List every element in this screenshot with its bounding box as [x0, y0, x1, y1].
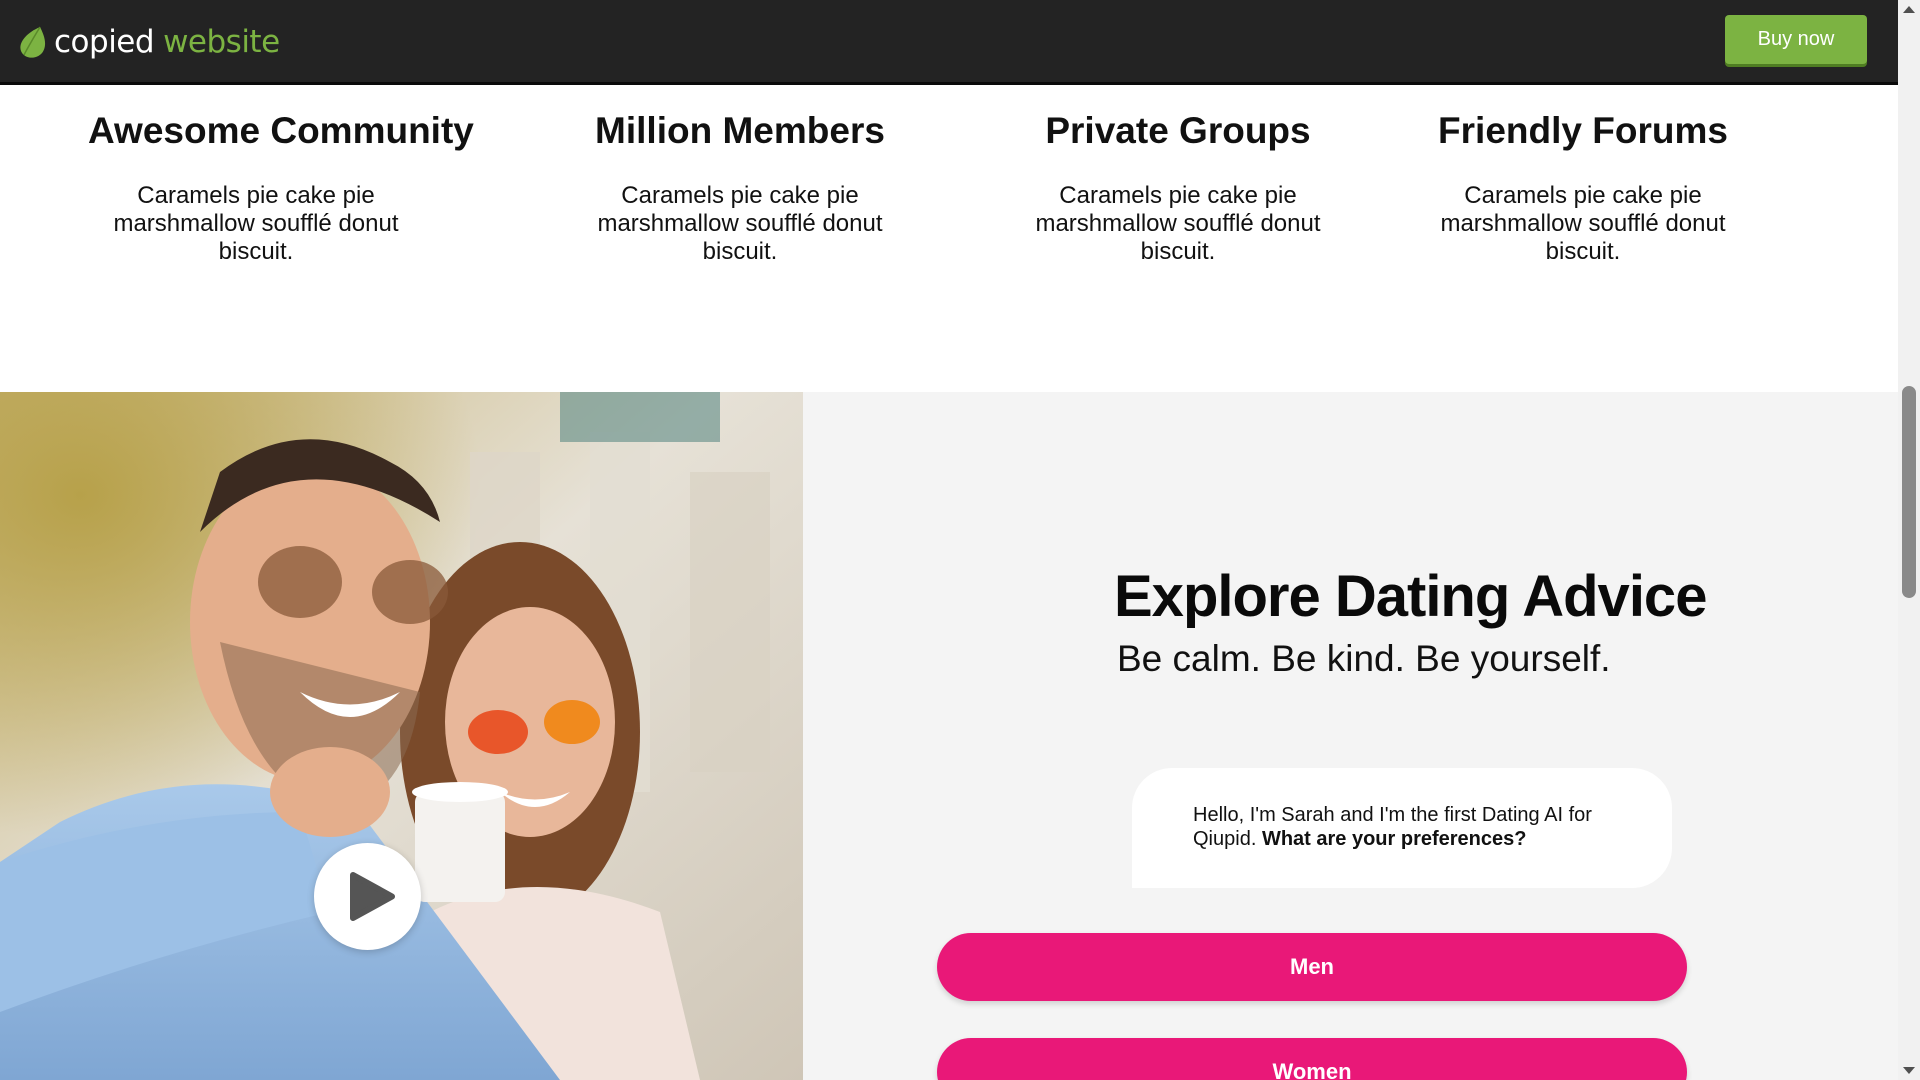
feature-text: Caramels pie cake pie marshmallow souffl… [113, 182, 399, 265]
feature-title: Million Members [595, 110, 885, 151]
preference-women-button[interactable]: Women [937, 1038, 1687, 1080]
feature-text: Caramels pie cake pie marshmallow souffl… [1440, 182, 1726, 265]
couple-video-thumbnail[interactable] [0, 392, 803, 1080]
leaf-logo-icon [20, 26, 46, 58]
preference-men-button[interactable]: Men [937, 933, 1687, 1001]
play-icon [350, 872, 395, 921]
feature-million-members: Million Members Caramels pie cake pie ma… [590, 110, 890, 266]
feature-friendly-forums: Friendly Forums Caramels pie cake pie ma… [1433, 110, 1733, 266]
site-logo[interactable]: copied website [18, 20, 280, 64]
play-video-button[interactable] [314, 843, 421, 950]
feature-title: Private Groups [1045, 110, 1311, 151]
feature-awesome-community: Awesome Community Caramels pie cake pie … [88, 110, 474, 266]
dating-advice-subtitle: Be calm. Be kind. Be yourself. [1117, 638, 1611, 679]
brand-name-part2: website [163, 24, 280, 60]
feature-text: Caramels pie cake pie marshmallow souffl… [597, 182, 883, 265]
top-navbar: copied website Buy now [0, 0, 1898, 85]
dating-advice-title: Explore Dating Advice [1114, 564, 1707, 629]
feature-title: Friendly Forums [1438, 110, 1728, 151]
scrollbar-thumb[interactable] [1902, 386, 1916, 598]
scroll-up-arrow-icon[interactable] [1903, 6, 1915, 13]
feature-private-groups: Private Groups Caramels pie cake pie mar… [1028, 110, 1328, 266]
chat-question: What are your preferences? [1261, 828, 1527, 850]
feature-title: Awesome Community [88, 110, 474, 151]
ai-chat-bubble: Hello, I'm Sarah and I'm the first Datin… [1132, 768, 1672, 888]
brand-name-part1: copied [54, 24, 155, 60]
feature-text: Caramels pie cake pie marshmallow souffl… [1035, 182, 1321, 265]
scroll-down-arrow-icon[interactable] [1903, 1067, 1915, 1074]
couple-photo [0, 392, 803, 1080]
buy-now-button[interactable]: Buy now [1725, 15, 1867, 64]
vertical-scrollbar[interactable] [1898, 0, 1920, 1080]
